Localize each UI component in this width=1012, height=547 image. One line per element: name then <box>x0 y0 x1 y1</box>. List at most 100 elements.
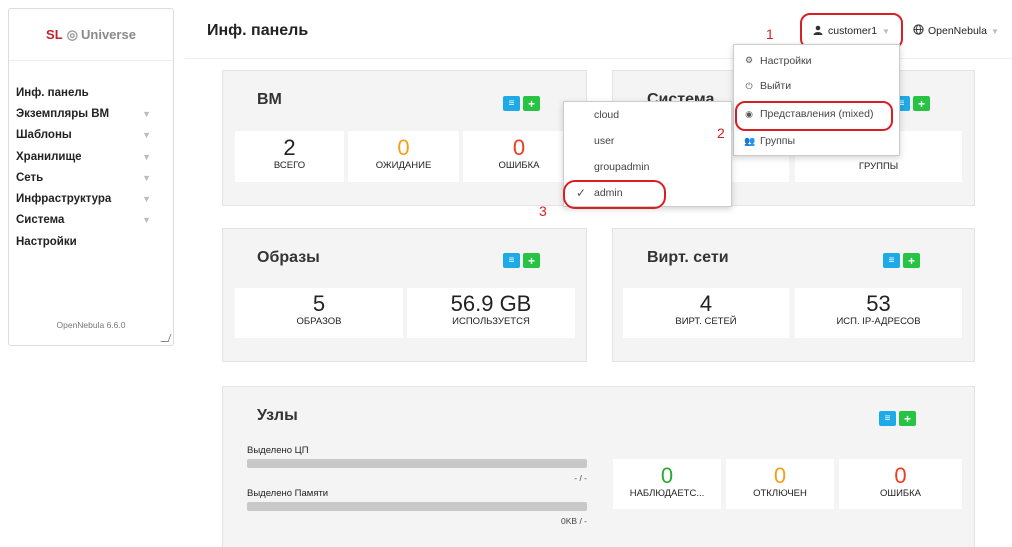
user-dropdown-menu: ⚙ Настройки ⏻ Выйти ◉ Представления (mix… <box>733 44 900 156</box>
list-button[interactable]: ≡ <box>879 411 896 426</box>
chevron-down-icon: ▼ <box>882 26 890 36</box>
views-highlight <box>735 101 893 131</box>
menu-item-label: Выйти <box>760 80 792 92</box>
memory-value: 0KB / - <box>561 516 587 526</box>
stat-label: образов <box>296 316 342 327</box>
sidebar: SL ◎ Universe Инф. панель Экземпляры ВМ ▼… <box>8 8 174 346</box>
sidebar-item-label: Шаблоны <box>16 129 72 142</box>
add-button[interactable]: + <box>523 96 540 111</box>
chevron-down-icon: ▼ <box>142 215 151 226</box>
view-option-groupadmin[interactable]: groupadmin <box>564 154 731 180</box>
panel-title: ВМ <box>257 91 282 108</box>
vm-panel: ВМ ≡ + 2 всего 0 ожидание 0 ошибка <box>222 70 587 206</box>
add-button[interactable]: + <box>523 253 540 268</box>
sidebar-item-dashboard[interactable]: Инф. панель <box>9 82 173 103</box>
sidebar-item-system[interactable]: Система ▼ <box>9 210 173 231</box>
sidebar-item-storage[interactable]: Хранилище ▼ <box>9 146 173 167</box>
view-option-label: user <box>594 135 615 147</box>
page-title: Инф. панель <box>207 22 309 39</box>
annotation-2: 2 <box>717 125 725 141</box>
stat-value: 53 <box>866 291 891 316</box>
sidebar-item-network[interactable]: Сеть ▼ <box>9 167 173 188</box>
version-label: OpenNebula 6.6.0 <box>56 320 126 330</box>
sidebar-nav: Инф. панель Экземпляры ВМ ▼ Шаблоны ▼ Хран… <box>9 82 173 252</box>
user-icon <box>813 25 823 38</box>
users-icon: 👥 <box>744 135 756 146</box>
view-option-cloud[interactable]: cloud <box>564 102 731 128</box>
stat-images-count[interactable]: 5 образов <box>235 288 403 338</box>
add-button[interactable]: + <box>903 253 920 268</box>
stat-value: 0 <box>660 463 674 488</box>
stat-vm-total[interactable]: 2 всего <box>235 131 344 182</box>
menu-item-label: Группы <box>760 135 795 147</box>
stat-label: наблюдаетс... <box>629 488 705 499</box>
chevron-down-icon: ▼ <box>142 151 151 162</box>
stat-images-used[interactable]: 56.9 GB используется <box>407 288 575 338</box>
stat-label: исп. ip-адресов <box>836 316 921 327</box>
stat-vm-error[interactable]: 0 ошибка <box>463 131 575 182</box>
sidebar-item-infrastructure[interactable]: Инфраструктура ▼ <box>9 188 173 209</box>
memory-bar <box>247 502 587 511</box>
stat-label: используется <box>452 316 530 327</box>
stat-hosts-error[interactable]: 0 ошибка <box>839 459 962 509</box>
list-button[interactable]: ≡ <box>883 253 900 268</box>
stat-vm-pending[interactable]: 0 ожидание <box>348 131 459 182</box>
chevron-down-icon: ▼ <box>142 172 151 183</box>
stat-label: всего <box>273 160 306 171</box>
power-icon: ⏻ <box>745 80 753 91</box>
stat-value: 4 <box>699 291 713 316</box>
menu-item-settings[interactable]: ⚙ Настройки <box>734 45 899 72</box>
stat-label: группы <box>858 161 899 172</box>
list-button[interactable]: ≡ <box>503 253 520 268</box>
zone-label: OpenNebula <box>928 25 987 37</box>
sidebar-item-label: Инф. панель <box>16 86 89 99</box>
menu-item-groups[interactable]: 👥 Группы <box>734 128 899 154</box>
logo-sl: SL <box>46 27 63 42</box>
logo[interactable]: SL ◎ Universe <box>9 9 173 61</box>
stat-vnets-ips[interactable]: 53 исп. ip-адресов <box>795 288 962 338</box>
stat-label: ожидание <box>375 160 432 171</box>
zone-selector[interactable]: OpenNebula ▼ <box>913 24 999 38</box>
menu-item-logout[interactable]: ⏻ Выйти <box>734 72 899 100</box>
memory-label: Выделено Памяти <box>247 488 329 499</box>
sidebar-item-label: Экземпляры ВМ <box>16 107 110 120</box>
admin-highlight <box>563 180 666 209</box>
gear-icon: ⚙ <box>744 55 754 65</box>
view-option-label: cloud <box>594 109 620 121</box>
hosts-panel: Узлы ≡ + Выделено ЦП - / - Выделено Памя… <box>222 386 975 547</box>
sidebar-item-label: Хранилище <box>16 150 82 163</box>
annotation-3: 3 <box>539 203 547 219</box>
sidebar-item-settings[interactable]: Настройки <box>9 231 173 252</box>
stat-label: вирт. сетей <box>675 316 737 327</box>
chevron-down-icon: ▼ <box>990 26 999 36</box>
chevron-down-icon: ▼ <box>142 130 151 141</box>
logo-mark-icon: ◎ <box>66 26 79 42</box>
view-option-user[interactable]: user <box>564 128 731 154</box>
resize-handle-icon[interactable] <box>160 334 172 342</box>
globe-icon <box>913 24 924 38</box>
stat-hosts-monitoring[interactable]: 0 наблюдаетс... <box>613 459 721 509</box>
cpu-label: Выделено ЦП <box>247 445 309 456</box>
panel-title: Образы <box>257 249 320 266</box>
sidebar-item-templates[interactable]: Шаблоны ▼ <box>9 125 173 146</box>
sidebar-item-label: Инфраструктура <box>16 193 112 206</box>
list-button[interactable]: ≡ <box>503 96 520 111</box>
add-button[interactable]: + <box>913 96 930 111</box>
sidebar-item-vms[interactable]: Экземпляры ВМ ▼ <box>9 103 173 124</box>
sidebar-item-label: Система <box>16 214 65 227</box>
stat-value: 2 <box>283 135 296 160</box>
view-option-label: groupadmin <box>594 161 650 173</box>
stat-value: 0 <box>773 463 787 488</box>
cpu-value: - / - <box>574 473 587 483</box>
stat-label: отключен <box>753 488 807 499</box>
chevron-down-icon: ▼ <box>142 108 151 119</box>
annotation-1: 1 <box>766 26 774 42</box>
sidebar-item-label: Настройки <box>16 235 77 248</box>
images-panel: Образы ≡ + 5 образов 56.9 GB используетс… <box>222 228 587 362</box>
panel-title: Вирт. сети <box>647 249 729 266</box>
stat-hosts-disabled[interactable]: 0 отключен <box>726 459 834 509</box>
cpu-bar <box>247 459 587 468</box>
stat-vnets-count[interactable]: 4 вирт. сетей <box>623 288 789 338</box>
add-button[interactable]: + <box>899 411 916 426</box>
vnets-panel: Вирт. сети ≡ + 4 вирт. сетей 53 исп. ip-… <box>612 228 975 362</box>
